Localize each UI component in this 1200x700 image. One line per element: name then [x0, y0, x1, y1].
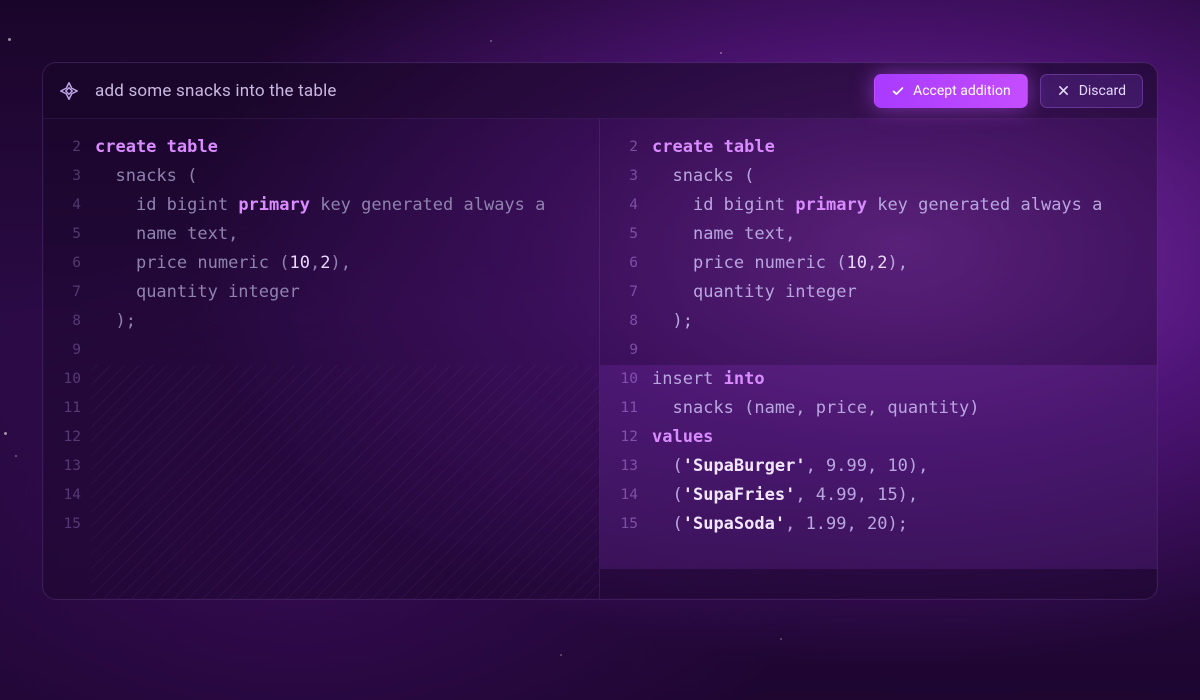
line-number-gutter: 23456789101112131415 — [43, 133, 91, 599]
line-number: 5 — [600, 220, 638, 249]
line-number: 3 — [600, 162, 638, 191]
line-number-gutter: 23456789101112131415 — [600, 133, 648, 599]
line-number: 14 — [600, 481, 638, 510]
line-number: 15 — [43, 510, 81, 539]
background-star — [15, 455, 17, 457]
prompt-bar: add some snacks into the table Accept ad… — [43, 63, 1157, 119]
line-number: 6 — [600, 249, 638, 278]
line-number: 15 — [600, 510, 638, 539]
line-number: 3 — [43, 162, 81, 191]
diff-pane-modified[interactable]: 23456789101112131415 create table snacks… — [600, 119, 1157, 599]
diff-pane-original[interactable]: 23456789101112131415 create table snacks… — [43, 119, 600, 599]
background-star — [780, 638, 782, 640]
close-icon — [1057, 84, 1071, 98]
background-star — [560, 654, 562, 656]
diff-view: 23456789101112131415 create table snacks… — [43, 119, 1157, 599]
line-number: 6 — [43, 249, 81, 278]
prompt-text[interactable]: add some snacks into the table — [95, 81, 860, 101]
ai-sparkle-icon — [57, 79, 81, 103]
line-number: 11 — [600, 394, 638, 423]
line-number: 7 — [43, 278, 81, 307]
prompt-actions: Accept addition Discard — [874, 74, 1143, 108]
line-number: 11 — [43, 394, 81, 423]
line-number: 5 — [43, 220, 81, 249]
line-number: 4 — [43, 191, 81, 220]
line-number: 2 — [43, 133, 81, 162]
line-number: 7 — [600, 278, 638, 307]
accept-button[interactable]: Accept addition — [874, 74, 1028, 108]
line-number: 8 — [600, 307, 638, 336]
background-star — [720, 52, 722, 54]
ai-diff-window: add some snacks into the table Accept ad… — [42, 62, 1158, 600]
line-number: 10 — [600, 365, 638, 394]
line-number: 14 — [43, 481, 81, 510]
line-number: 12 — [600, 423, 638, 452]
code-original[interactable]: create table snacks ( id bigint primary … — [91, 133, 599, 599]
code-modified[interactable]: create table snacks ( id bigint primary … — [648, 133, 1157, 599]
line-number: 4 — [600, 191, 638, 220]
line-number: 13 — [600, 452, 638, 481]
line-number: 9 — [43, 336, 81, 365]
line-number: 12 — [43, 423, 81, 452]
background-star — [490, 40, 492, 42]
line-number: 10 — [43, 365, 81, 394]
discard-button[interactable]: Discard — [1040, 74, 1143, 108]
background-star — [4, 432, 7, 435]
background-star — [8, 38, 11, 41]
check-icon — [891, 84, 905, 98]
line-number: 9 — [600, 336, 638, 365]
line-number: 8 — [43, 307, 81, 336]
accept-button-label: Accept addition — [913, 83, 1011, 99]
discard-button-label: Discard — [1079, 83, 1126, 99]
line-number: 13 — [43, 452, 81, 481]
line-number: 2 — [600, 133, 638, 162]
